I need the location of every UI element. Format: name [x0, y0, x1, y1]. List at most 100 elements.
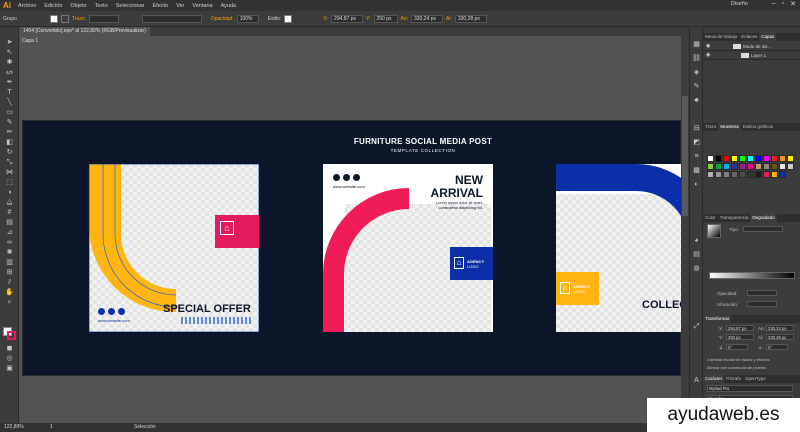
magic-wand-tool-icon[interactable]: ✱ — [4, 59, 15, 67]
post-collection[interactable]: ⌂ AGENCY LOGO COLLEC — [556, 164, 682, 332]
tab-swatches[interactable]: Muestras — [718, 123, 741, 131]
tab-paragraph[interactable]: Párrafo — [724, 375, 743, 383]
character-panel-icon[interactable]: A — [691, 377, 702, 385]
rotate-tool-icon[interactable]: ↻ — [4, 149, 15, 157]
visibility-eye-icon[interactable]: ◉ — [706, 52, 710, 58]
menu-texto[interactable]: Texto — [91, 3, 112, 9]
swatch[interactable] — [779, 155, 786, 162]
workspace-switcher[interactable]: Diseño — [731, 1, 748, 7]
zoom-level[interactable]: 122,89% — [4, 424, 24, 430]
rotate-angle-field[interactable]: 0° — [726, 344, 748, 350]
transform-y-field[interactable]: 250 px — [726, 334, 754, 340]
stroke-weight-field[interactable] — [88, 14, 119, 23]
transparency-panel-icon[interactable]: ◍ — [691, 265, 702, 273]
swatch[interactable] — [771, 171, 778, 178]
swatch[interactable] — [715, 171, 722, 178]
stroke-swatch[interactable] — [60, 14, 69, 23]
swatch[interactable] — [787, 163, 794, 170]
swatch[interactable] — [763, 155, 770, 162]
swatch[interactable] — [715, 163, 722, 170]
transform-h-field[interactable]: 330,28 px — [766, 334, 794, 340]
swatch[interactable] — [731, 171, 738, 178]
artboard[interactable]: FURNITURE SOCIAL MEDIA POST TEMPLATE COL… — [22, 120, 682, 376]
swatch[interactable] — [755, 163, 762, 170]
swatch[interactable] — [739, 163, 746, 170]
swatch[interactable] — [707, 155, 714, 162]
y-field[interactable]: 250 px — [373, 14, 398, 23]
vertical-scrollbar[interactable] — [681, 36, 689, 423]
tab-opentype[interactable]: OpenType — [743, 375, 768, 383]
symbol-sprayer-tool-icon[interactable]: ✺ — [4, 249, 15, 257]
gradient-preview[interactable] — [707, 224, 721, 238]
slice-tool-icon[interactable]: ⫽ — [4, 279, 15, 287]
menu-seleccionar[interactable]: Seleccionar — [112, 3, 149, 9]
opacity-label[interactable]: Opacidad: — [211, 16, 234, 22]
tab-transform[interactable]: Transformar — [703, 315, 732, 323]
visibility-eye-icon[interactable]: ◉ — [706, 43, 710, 49]
transform-x-field[interactable]: 294,87 px — [726, 325, 754, 331]
swatch[interactable] — [763, 171, 770, 178]
artboard-number[interactable]: 1 — [50, 424, 53, 430]
gradient-tool-icon[interactable]: ▤ — [4, 219, 15, 227]
opacity-field[interactable]: 100% — [236, 14, 259, 23]
w-field[interactable]: 330,24 px — [411, 14, 444, 23]
swatch-grid[interactable] — [707, 155, 797, 195]
swatch[interactable] — [715, 155, 722, 162]
eyedropper-tool-icon[interactable]: ⊿ — [4, 229, 15, 237]
swatch[interactable] — [723, 155, 730, 162]
color-mode-icon[interactable]: ◼ — [4, 345, 15, 353]
swatch[interactable] — [779, 171, 786, 178]
swatch[interactable] — [723, 163, 730, 170]
layers-panel-icon[interactable]: ◈ — [691, 69, 702, 77]
swatch[interactable] — [731, 155, 738, 162]
swatch[interactable] — [747, 171, 754, 178]
selection-tool-icon[interactable]: ➤ — [4, 39, 15, 47]
brush-field[interactable] — [141, 14, 202, 23]
align-panel-icon[interactable]: ⊟ — [691, 125, 702, 133]
layer-row[interactable]: ◉ Modo de sis... — [703, 42, 800, 51]
pixel-grid-option[interactable]: Alinear con cuadrícula de píxeles — [707, 365, 766, 370]
pathfinder-panel-icon[interactable]: ◩ — [691, 139, 702, 147]
menu-ventana[interactable]: Ventana — [188, 3, 216, 9]
layer-breadcrumb[interactable]: Capa 1 — [22, 38, 42, 45]
swatch[interactable] — [747, 155, 754, 162]
swatch[interactable] — [723, 171, 730, 178]
stroke-color-icon[interactable] — [7, 331, 16, 340]
menu-efecto[interactable]: Efecto — [149, 3, 173, 9]
font-family-field[interactable]: Myriad Pro — [707, 385, 793, 392]
style-swatch[interactable] — [284, 14, 293, 23]
maximize-icon[interactable]: ▫ — [782, 0, 784, 8]
lasso-tool-icon[interactable]: ᔕ — [4, 69, 15, 77]
swatch[interactable] — [731, 163, 738, 170]
symbols-panel-icon[interactable]: ♣ — [691, 97, 702, 105]
minimize-icon[interactable]: – — [772, 0, 776, 8]
column-graph-tool-icon[interactable]: ▥ — [4, 259, 15, 267]
artboard-tool-icon[interactable]: ⊞ — [4, 269, 15, 277]
post-new-arrival[interactable]: www.website.com NEW ARRIVAL Lorem ipsum … — [323, 164, 493, 332]
transform-w-field[interactable]: 330,24 px — [766, 325, 794, 331]
layer-row[interactable]: ◉ Layer 1 — [703, 51, 800, 60]
direct-selection-tool-icon[interactable]: ↖ — [4, 49, 15, 57]
x-field[interactable]: 294,87 px — [331, 14, 364, 23]
transform-panel-icon[interactable]: ⤢ — [691, 323, 702, 331]
canvas-area[interactable]: Capa 1 FURNITURE SOCIAL MEDIA POST TEMPL… — [19, 36, 682, 423]
swatch[interactable] — [771, 163, 778, 170]
mesh-tool-icon[interactable]: # — [4, 209, 15, 217]
close-icon[interactable]: ✕ — [790, 0, 796, 8]
h-field[interactable]: 330,28 px — [454, 14, 487, 23]
status-mode[interactable]: Selección — [134, 424, 156, 430]
swatch[interactable] — [755, 155, 762, 162]
gradient-slider[interactable] — [709, 272, 795, 279]
zoom-tool-icon[interactable]: ⌕ — [4, 299, 15, 307]
swatch[interactable] — [779, 163, 786, 170]
width-tool-icon[interactable]: ⋈ — [4, 169, 15, 177]
gradient-panel-icon[interactable]: ▤ — [691, 251, 702, 259]
blend-tool-icon[interactable]: ∞ — [4, 239, 15, 247]
gradient-location-field[interactable] — [747, 301, 777, 307]
tab-links[interactable]: Enlaces — [739, 33, 759, 41]
free-transform-tool-icon[interactable]: ⬚ — [4, 179, 15, 187]
tab-character[interactable]: Carácter — [703, 375, 725, 383]
swatch[interactable] — [747, 163, 754, 170]
artboards-panel-icon[interactable]: ▦ — [691, 41, 702, 49]
scrollbar-thumb[interactable] — [682, 96, 688, 216]
